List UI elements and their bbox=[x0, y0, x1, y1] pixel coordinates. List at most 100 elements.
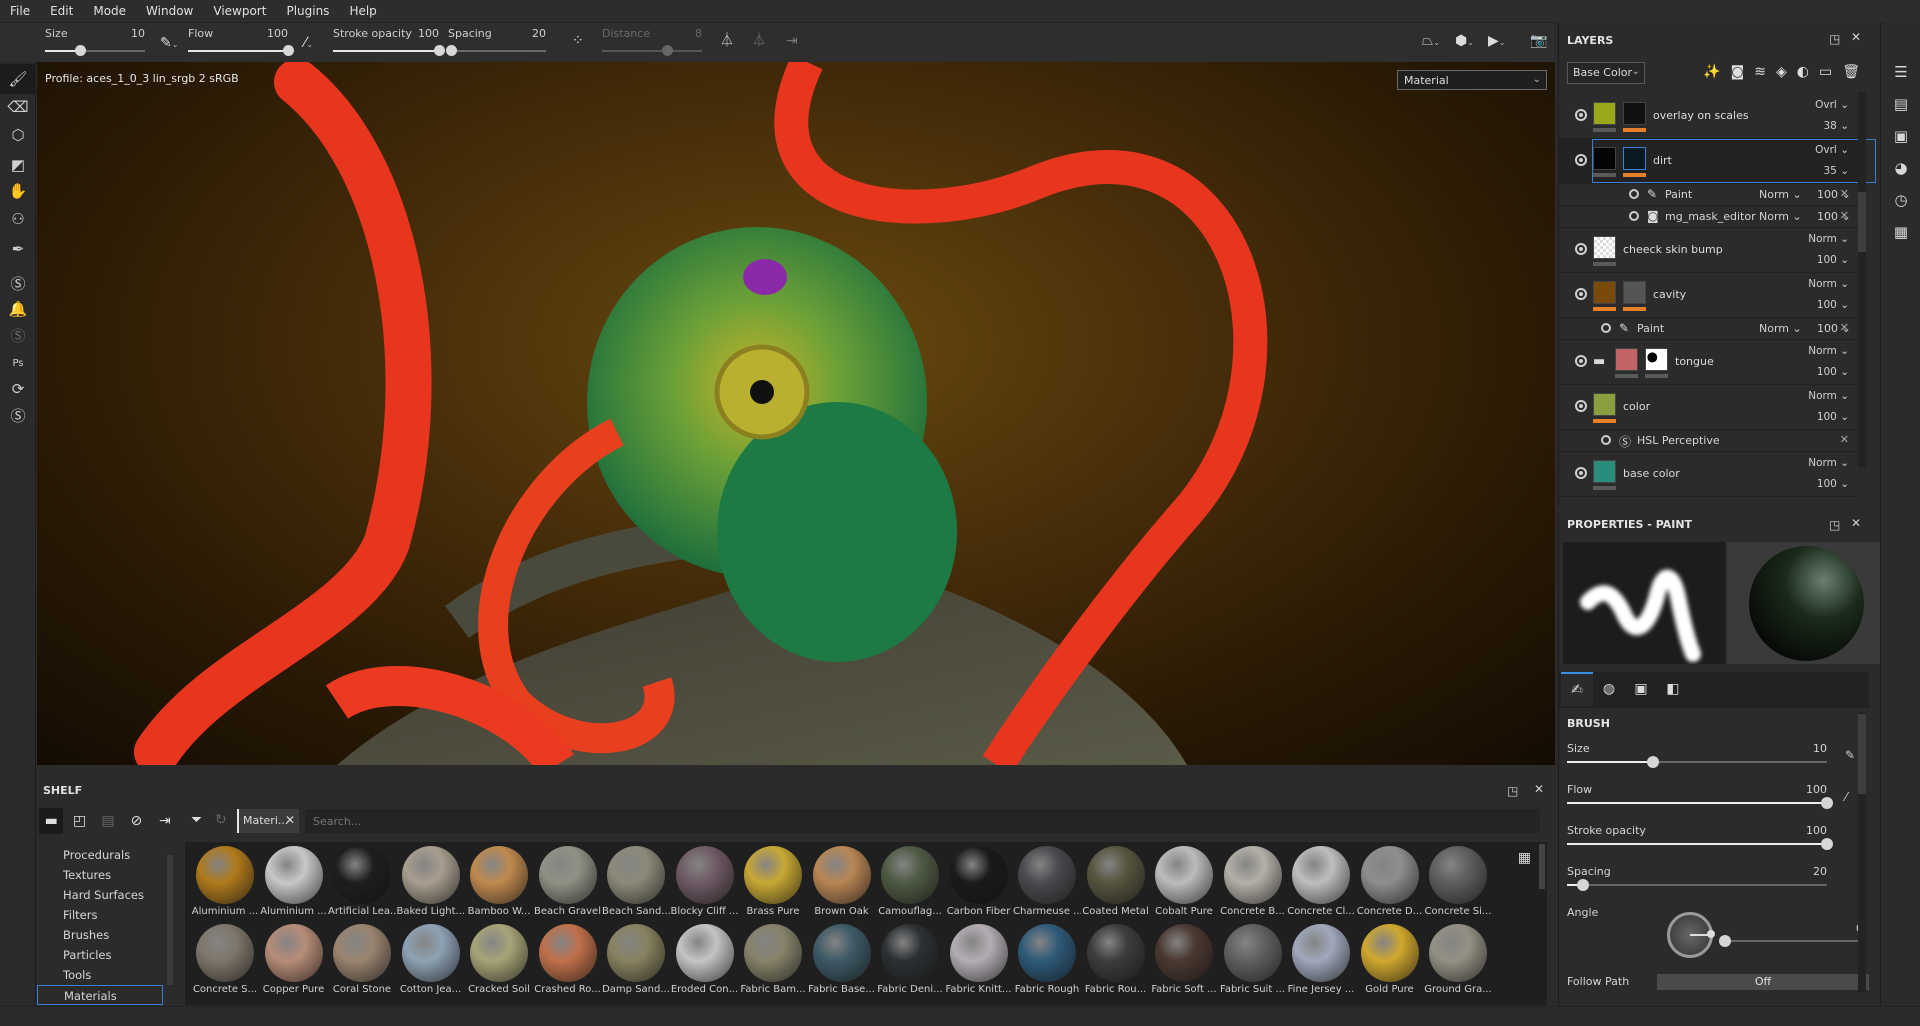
category-scrollbar[interactable] bbox=[167, 855, 173, 985]
properties-scrollbar[interactable] bbox=[1858, 712, 1866, 992]
close-icon[interactable]: ✕ bbox=[1851, 30, 1861, 44]
material-item[interactable]: Fabric Deni... bbox=[876, 924, 944, 1002]
layer-opacity[interactable]: 35 ⌄ bbox=[1824, 165, 1850, 177]
pen-pressure-flow-icon[interactable]: ⁄⌄ bbox=[304, 35, 313, 53]
layer-thumbnail[interactable] bbox=[1593, 236, 1616, 259]
material-item[interactable]: Crashed Ro... bbox=[534, 924, 602, 1002]
layer-opacity[interactable]: 100 ⌄ bbox=[1817, 366, 1849, 378]
viewport-mode-dropdown[interactable]: Material ⌄ bbox=[1397, 70, 1547, 90]
mirror-axis-icon[interactable]: ⇥ bbox=[786, 33, 798, 49]
menu-edit[interactable]: Edit bbox=[50, 4, 85, 18]
color-picker-icon[interactable]: ✒ bbox=[0, 234, 36, 264]
material-item[interactable]: Carbon Fiber bbox=[945, 846, 1013, 924]
layer-effect-row[interactable]: Ⓢ HSL Perceptive ✕ bbox=[1559, 430, 1859, 452]
layer-thumbnail[interactable] bbox=[1593, 281, 1616, 304]
material-item[interactable]: Fabric Bam... bbox=[739, 924, 807, 1002]
layers-list-icon[interactable]: ☰ bbox=[1881, 58, 1920, 86]
layer-thumbnail[interactable] bbox=[1593, 393, 1616, 416]
flow-pressure-icon[interactable]: ⁄ bbox=[1845, 790, 1847, 804]
flow-slider-handle[interactable] bbox=[283, 45, 294, 56]
shelf-search-input[interactable] bbox=[305, 809, 1540, 833]
material-item[interactable]: Baked Light... bbox=[397, 846, 465, 924]
flow-slider[interactable]: Flow 100 bbox=[188, 23, 294, 63]
menu-plugins[interactable]: Plugins bbox=[286, 4, 341, 18]
hide-icon[interactable]: ⊘ bbox=[124, 808, 148, 834]
effect-blend-mode[interactable]: Norm ⌄ bbox=[1759, 322, 1802, 335]
shelf-category-filters[interactable]: Filters bbox=[37, 905, 163, 925]
mask-thumbnail[interactable] bbox=[1623, 147, 1646, 170]
layer-blend-mode[interactable]: Norm ⌄ bbox=[1808, 345, 1849, 357]
folder-icon[interactable]: ▬ bbox=[39, 808, 64, 834]
visibility-toggle[interactable] bbox=[1601, 435, 1611, 445]
angle-slider-handle[interactable] bbox=[1719, 935, 1731, 947]
add-folder-icon[interactable]: ▭ bbox=[1819, 64, 1832, 80]
layer-blend-mode[interactable]: Ovrl ⌄ bbox=[1815, 144, 1849, 156]
pen-pressure-size-icon[interactable]: ✎⌄ bbox=[160, 35, 178, 53]
material-item[interactable]: Camouflag... bbox=[876, 846, 944, 924]
material-item[interactable]: Eroded Con... bbox=[671, 924, 739, 1002]
material-item[interactable]: Artificial Lea... bbox=[328, 846, 396, 924]
shelf-category-hard-surfaces[interactable]: Hard Surfaces bbox=[37, 885, 163, 905]
3d-view-cube-icon[interactable]: ⬢⌄ bbox=[1455, 33, 1474, 51]
reset-filter-icon[interactable]: ↻ bbox=[215, 812, 227, 828]
perspective-camera-icon[interactable]: ⏢⌄ bbox=[1422, 33, 1440, 51]
remove-effect-icon[interactable]: ✕ bbox=[1840, 209, 1849, 222]
material-item[interactable]: Coral Stone bbox=[328, 924, 396, 1002]
menu-file[interactable]: File bbox=[10, 4, 42, 18]
material-item[interactable]: Concrete Si... bbox=[1424, 846, 1492, 924]
layer-effect-row[interactable]: ✎ Paint Norm ⌄ 100 ⌄ ✕ bbox=[1559, 318, 1859, 340]
substance-settings-icon[interactable]: Ⓢ bbox=[0, 400, 36, 430]
history-icon[interactable]: ◷ bbox=[1881, 186, 1920, 214]
distance-slider[interactable]: Distance 8 bbox=[602, 23, 702, 63]
tab-material[interactable]: ◧ bbox=[1657, 672, 1689, 706]
material-item[interactable]: Damp Sand... bbox=[602, 924, 670, 1002]
size-pressure-icon[interactable]: ✎ bbox=[1845, 748, 1855, 762]
layer-thumbnail[interactable] bbox=[1593, 102, 1616, 125]
close-icon[interactable]: ✕ bbox=[1851, 516, 1861, 530]
brush-flow-handle[interactable] bbox=[1821, 797, 1833, 809]
close-icon[interactable]: ✕ bbox=[1534, 782, 1544, 796]
material-item[interactable]: Gold Pure bbox=[1356, 924, 1424, 1002]
size-slider[interactable]: Size 10 bbox=[45, 23, 145, 63]
brush-spacing-handle[interactable] bbox=[1576, 879, 1589, 891]
grid-view-icon[interactable]: ▦ bbox=[1518, 850, 1531, 866]
layer-effect-row[interactable]: ◙ mg_mask_editor Norm ⌄ 100 ⌄ ✕ bbox=[1559, 206, 1859, 228]
layer-row[interactable]: overlay on scales Ovrl ⌄ 38 ⌄ bbox=[1559, 94, 1859, 139]
paint-brush-icon[interactable]: 🖌 bbox=[0, 64, 36, 94]
lazy-mouse-icon[interactable]: ⁘ bbox=[572, 33, 584, 49]
material-item[interactable]: Cracked Soil bbox=[465, 924, 533, 1002]
layer-row[interactable]: cheeck skin bump Norm ⌄ 100 ⌄ bbox=[1559, 228, 1859, 273]
remove-filter-icon[interactable]: ✕ bbox=[285, 813, 295, 827]
material-item[interactable]: Fabric Soft ... bbox=[1150, 924, 1218, 1002]
menu-mode[interactable]: Mode bbox=[93, 4, 138, 18]
import-icon[interactable]: ⇥ bbox=[153, 808, 177, 834]
video-camera-icon[interactable]: ▶⌄ bbox=[1488, 33, 1505, 51]
delete-layer-icon[interactable]: 🗑 bbox=[1842, 64, 1860, 80]
layer-row[interactable]: ▬ tongue Norm ⌄ 100 ⌄ bbox=[1559, 340, 1859, 385]
filter-chip-materials[interactable]: Materi... ✕ bbox=[237, 809, 299, 833]
follow-path-toggle[interactable]: Off bbox=[1657, 974, 1869, 990]
size-slider-handle[interactable] bbox=[75, 45, 86, 56]
save-shelf-icon[interactable]: ▤ bbox=[96, 808, 120, 834]
symmetry-options-icon[interactable]: ⏃ bbox=[752, 33, 766, 49]
material-item[interactable]: Concrete B... bbox=[1219, 846, 1287, 924]
visibility-toggle[interactable] bbox=[1575, 400, 1587, 412]
smudge-icon[interactable]: ⬡ bbox=[0, 120, 36, 150]
angle-slider[interactable] bbox=[1719, 935, 1865, 947]
visibility-toggle[interactable] bbox=[1629, 189, 1639, 199]
brush-stroke-opacity-slider[interactable]: Stroke opacity 100 bbox=[1567, 824, 1833, 858]
spacing-slider[interactable]: Spacing 20 bbox=[445, 23, 546, 63]
material-item[interactable]: Cotton Jea... bbox=[397, 924, 465, 1002]
float-panel-icon[interactable]: ◳ bbox=[1829, 518, 1840, 532]
material-item[interactable]: Fabric Base... bbox=[808, 924, 876, 1002]
visibility-toggle[interactable] bbox=[1575, 355, 1587, 367]
new-shelf-icon[interactable]: ◰ bbox=[67, 808, 91, 834]
tab-alpha[interactable]: ◍ bbox=[1593, 672, 1625, 706]
shelf-category-particles[interactable]: Particles bbox=[37, 945, 163, 965]
menu-help[interactable]: Help bbox=[349, 4, 388, 18]
visibility-toggle[interactable] bbox=[1575, 467, 1587, 479]
geometry-fill-icon[interactable]: ✋ bbox=[0, 176, 36, 206]
add-fill-layer-icon[interactable]: ◈ bbox=[1776, 64, 1787, 80]
distance-slider-handle[interactable] bbox=[662, 45, 673, 56]
shelf-category-brushes[interactable]: Brushes bbox=[37, 925, 163, 945]
